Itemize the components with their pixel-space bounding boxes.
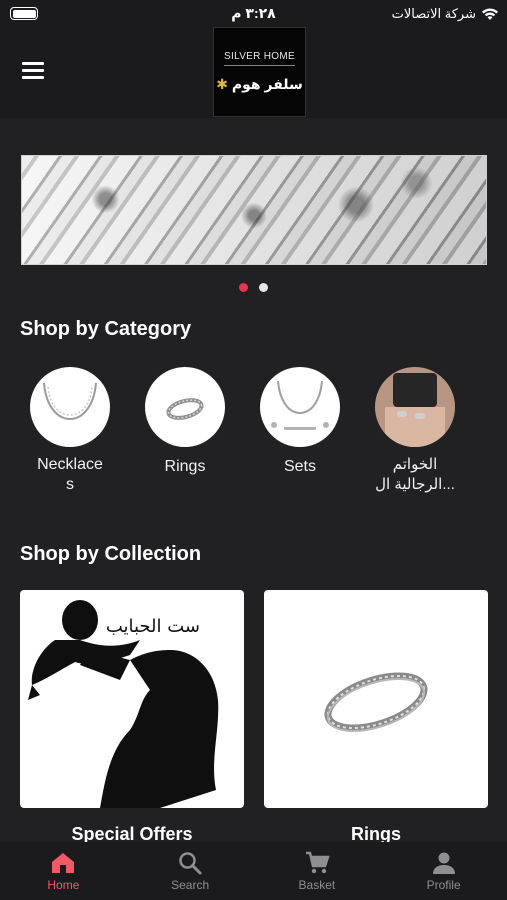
tab-search[interactable]: Search [127,842,254,900]
pagination-dot-1[interactable] [239,283,248,292]
collection-section-title: Shop by Collection [20,543,202,565]
wifi-icon [482,8,498,20]
category-necklaces[interactable]: Necklace s [20,367,120,495]
status-bar: ٣:٢٨ م شركة الاتصالات [0,0,507,28]
category-label: الخواتم الرجالية ال... [375,456,455,493]
ring-image [145,367,225,447]
category-label: Necklace s [37,456,103,493]
app-logo[interactable]: SILVER HOME ✱ سلفر هوم [213,27,306,117]
special-offers-image: ست الحبايب [20,590,244,808]
tab-home[interactable]: Home [0,842,127,900]
home-icon [52,853,75,873]
carrier-name: شركة الاتصالات [391,6,476,21]
category-sets[interactable]: Sets [250,367,350,477]
logo-text-en: SILVER HOME [224,51,295,66]
tab-basket[interactable]: Basket [254,842,381,900]
set-image [260,367,340,447]
category-label: Rings [164,458,206,475]
pagination-dot-2[interactable] [259,283,268,292]
image-caption-text: ست الحبايب [106,616,200,637]
necklace-image [30,367,110,447]
banner-image [22,156,486,264]
tab-label: Profile [426,878,461,892]
category-mens-rings[interactable]: الخواتم الرجالية ال... [365,367,465,495]
banner-pagination [0,283,507,292]
app-header: SILVER HOME ✱ سلفر هوم [0,27,507,118]
star-icon: ✱ [216,76,228,92]
bottom-tab-bar: Home Search Basket Profile [0,842,507,900]
category-label: Sets [283,458,316,475]
tab-label: Basket [298,878,336,892]
menu-button[interactable] [22,62,48,82]
rings-collection-image [264,590,488,808]
person-icon [432,852,455,874]
tab-label: Search [171,878,210,892]
collection-card-rings[interactable]: Rings [264,590,488,845]
hero-banner[interactable] [21,155,487,265]
search-icon [179,852,202,875]
category-rings[interactable]: Rings [135,367,235,477]
logo-text-ar: ✱ سلفر هوم [216,76,303,92]
category-section-title: Shop by Category [20,318,192,340]
tab-label: Home [47,878,80,892]
status-carrier: شركة الاتصالات [392,6,499,22]
cart-icon [305,851,330,874]
collection-card-special-offers[interactable]: ست الحبايب Special Offers [20,590,244,845]
tab-profile[interactable]: Profile [380,842,507,900]
category-list: Necklace s Rings Sets الخواتم الرجالية ا… [0,367,507,507]
hamburger-icon [22,62,44,65]
collection-grid: ست الحبايب Special Offers Rings [20,590,488,844]
mens-rings-image [375,367,455,447]
